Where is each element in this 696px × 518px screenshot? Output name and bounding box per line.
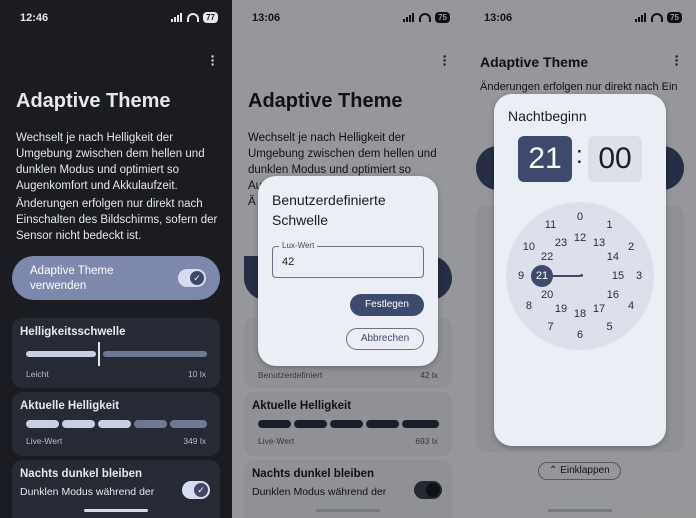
live-value: 349 lx <box>183 436 206 446</box>
battery-icon: 77 <box>203 12 218 23</box>
clock-number-5[interactable]: 5 <box>606 321 612 333</box>
dialog-title: Benutzerdefinierte Schwelle <box>272 192 386 228</box>
clock-number-selected[interactable]: 21 <box>531 265 553 287</box>
lux-dialog: Benutzerdefinierte Schwelle Lux-Wert 42 … <box>258 176 438 366</box>
clock-number-14[interactable]: 14 <box>607 251 619 263</box>
brightness-segment <box>26 420 59 428</box>
night-dark-desc: Dunklen Modus während der <box>20 486 155 498</box>
threshold-left-label: Leicht <box>26 369 49 379</box>
home-indicator <box>548 509 612 512</box>
home-indicator <box>316 509 380 512</box>
threshold-slider-handle[interactable] <box>98 342 100 366</box>
clock-number-20[interactable]: 20 <box>541 289 553 301</box>
brightness-segment <box>134 420 167 428</box>
lux-input[interactable]: Lux-Wert 42 <box>272 241 424 278</box>
page-title: Adaptive Theme <box>16 90 171 112</box>
clock-number-22[interactable]: 22 <box>541 251 553 263</box>
lux-input-value: 42 <box>282 256 295 268</box>
adaptive-theme-toggle-row[interactable]: Adaptive Theme verwenden ✓ <box>12 256 220 300</box>
wifi-icon <box>187 13 200 22</box>
threshold-slider-inactive[interactable] <box>103 351 207 357</box>
clock-center <box>580 274 583 277</box>
clock-number-11[interactable]: 11 <box>545 219 556 231</box>
adaptive-theme-switch[interactable]: ✓ <box>178 269 206 287</box>
dialog-title: Nachtbeginn <box>508 108 587 124</box>
minute-display[interactable]: 00 <box>588 136 642 182</box>
clock-number-2[interactable]: 2 <box>628 241 634 253</box>
clock-number-16[interactable]: 16 <box>607 289 619 301</box>
cancel-button[interactable]: Abbrechen <box>346 328 424 350</box>
brightness-segment <box>170 420 207 428</box>
description-note: Änderungen erfolgen nur direkt nach Eins… <box>16 198 218 242</box>
threshold-title: Helligkeitsschwelle <box>20 326 126 338</box>
clock-number-12[interactable]: 12 <box>574 232 586 244</box>
clock-number-9[interactable]: 9 <box>518 270 524 282</box>
clock-number-10[interactable]: 10 <box>523 241 535 253</box>
night-dark-switch[interactable]: ✓ <box>182 481 210 499</box>
screen-dark: 12:46 77 · · · Adaptive Theme Wechselt je … <box>0 0 232 518</box>
confirm-button[interactable]: Festlegen <box>350 294 424 316</box>
clock-number-1[interactable]: 1 <box>606 219 612 231</box>
screen-lux-dialog: 13:06 75 · · · Adaptive Theme Wechselt je … <box>232 0 464 518</box>
time-separator: : <box>576 142 583 169</box>
clock-number-23[interactable]: 23 <box>555 237 567 249</box>
clock-number-19[interactable]: 19 <box>555 303 567 315</box>
check-icon: ✓ <box>194 483 208 497</box>
signal-icon <box>171 13 183 22</box>
clock-number-0[interactable]: 0 <box>577 211 583 223</box>
clock-number-6[interactable]: 6 <box>577 329 583 341</box>
clock-number-4[interactable]: 4 <box>628 300 634 312</box>
current-brightness-card: Aktuelle Helligkeit Live-Wert 349 lx <box>12 392 220 456</box>
check-icon: ✓ <box>190 271 204 285</box>
clock-number-15[interactable]: 15 <box>612 270 624 282</box>
threshold-value: 10 lx <box>188 369 206 379</box>
hour-display[interactable]: 21 <box>518 136 572 182</box>
time-picker-dialog: Nachtbeginn 21 : 00 0 1 2 3 4 5 6 7 8 9 10 11 12 13 14… <box>494 94 666 446</box>
lux-field-label: Lux-Wert <box>279 241 318 250</box>
home-indicator <box>84 509 148 512</box>
status-bar: 12:46 77 <box>0 0 232 36</box>
clock-number-7[interactable]: 7 <box>547 321 553 333</box>
clock-number-13[interactable]: 13 <box>593 237 605 249</box>
status-time: 12:46 <box>20 12 49 24</box>
more-options-icon[interactable]: · · · <box>210 49 216 71</box>
current-brightness-title: Aktuelle Helligkeit <box>20 400 120 412</box>
threshold-slider-active[interactable] <box>26 351 96 357</box>
toggle-label: Adaptive Theme verwenden <box>30 265 114 292</box>
screen-time-picker: 13:06 75 · · · Adaptive Theme Änderungen e… <box>464 0 696 518</box>
battery-level: 77 <box>206 13 215 22</box>
night-dark-title: Nachts dunkel bleiben <box>20 468 143 480</box>
clock-number-17[interactable]: 17 <box>593 303 605 315</box>
threshold-card: Helligkeitsschwelle Leicht 10 lx <box>12 318 220 388</box>
brightness-segment <box>98 420 131 428</box>
clock-number-8[interactable]: 8 <box>526 300 532 312</box>
clock-face[interactable]: 0 1 2 3 4 5 6 7 8 9 10 11 12 13 14 15 16 17 18 19 20 21 22 23 <box>506 202 654 350</box>
clock-number-18[interactable]: 18 <box>574 308 586 320</box>
live-value-label: Live-Wert <box>26 436 63 446</box>
description: Wechselt je nach Helligkeit der Umgebung… <box>16 132 205 192</box>
brightness-segment <box>62 420 95 428</box>
clock-number-3[interactable]: 3 <box>636 270 642 282</box>
